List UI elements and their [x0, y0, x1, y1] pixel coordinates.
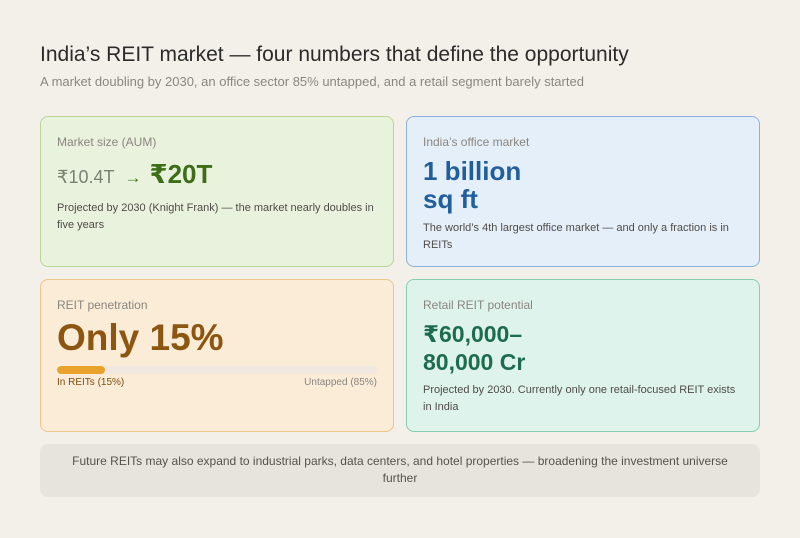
retail-reit-value: ₹60,000– 80,000 Cr [423, 320, 743, 376]
office-market-card: India’s office market 1 billion sq ft Th… [406, 116, 760, 267]
retail-reit-label: Retail REIT potential [423, 298, 533, 312]
penetration-progress-fill [57, 366, 105, 374]
office-market-label: India’s office market [423, 135, 530, 149]
market-size-card: Market size (AUM) ₹10.4T → ₹20T Projecte… [40, 116, 394, 267]
penetration-progress-bar [57, 366, 377, 374]
market-size-label: Market size (AUM) [57, 135, 157, 149]
office-market-value-line1: 1 billion [423, 156, 522, 186]
penetration-bar-labels: In REITs (15%) Untapped (85%) [57, 377, 377, 389]
page-subtitle: A market doubling by 2030, an office sec… [40, 74, 584, 89]
office-market-value: 1 billion sq ft [423, 157, 743, 213]
penetration-untapped-label: Untapped (85%) [304, 377, 377, 388]
market-size-metric: ₹10.4T → ₹20T [57, 159, 377, 190]
retail-reit-value-line2: 80,000 Cr [423, 349, 526, 375]
page-title: India’s REIT market — four numbers that … [40, 43, 629, 66]
market-size-projected-value: ₹20T [149, 159, 213, 189]
reit-penetration-value: Only 15% [57, 317, 224, 358]
office-market-description: The world’s 4th largest office market — … [423, 222, 729, 251]
reit-penetration-label: REIT penetration [57, 298, 148, 312]
penetration-in-reits-label: In REITs (15%) [57, 377, 125, 388]
arrow-right-icon: → [124, 168, 142, 187]
office-market-value-line2: sq ft [423, 184, 478, 214]
footer-note: Future REITs may also expand to industri… [40, 444, 760, 497]
retail-reit-description: Projected by 2030. Currently only one re… [423, 384, 736, 413]
reit-penetration-card: REIT penetration Only 15% In REITs (15%)… [40, 279, 394, 432]
market-size-current-value: ₹10.4T [57, 167, 115, 187]
retail-reit-value-line1: ₹60,000– [423, 321, 523, 347]
market-size-description: Projected by 2030 (Knight Frank) — the m… [57, 202, 374, 231]
retail-reit-card: Retail REIT potential ₹60,000– 80,000 Cr… [406, 279, 760, 432]
